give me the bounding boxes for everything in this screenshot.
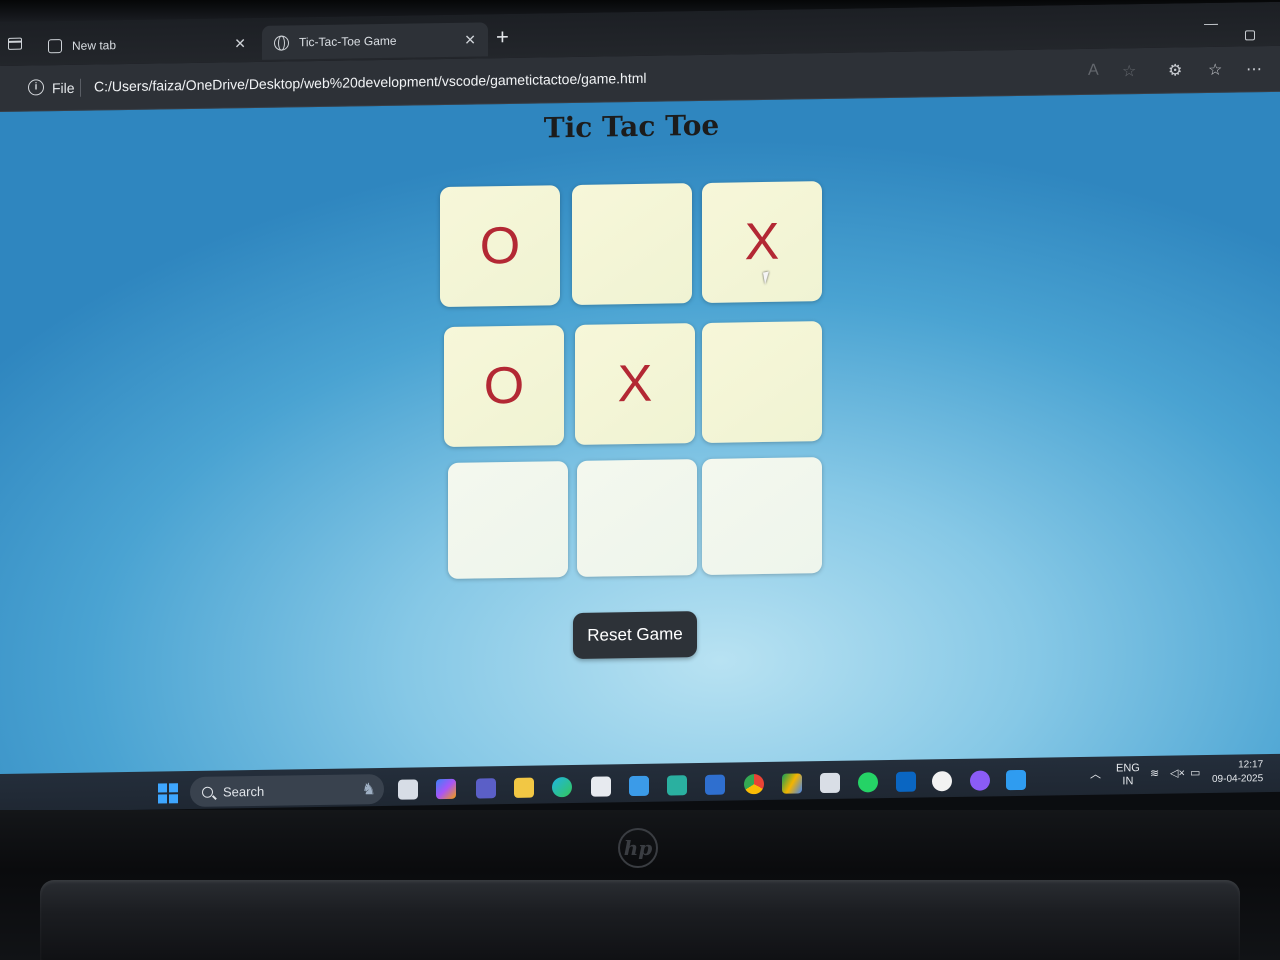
linkedin-icon[interactable] bbox=[896, 771, 916, 792]
tab-tic-tac-toe[interactable]: Tic-Tac-Toe Game ✕ bbox=[262, 22, 488, 60]
search-label: Search bbox=[223, 783, 265, 799]
language-line1: ENG bbox=[1116, 762, 1140, 775]
board-cell[interactable]: X bbox=[575, 323, 695, 445]
sidebar-toggle-icon[interactable] bbox=[8, 37, 22, 50]
board-cell[interactable] bbox=[702, 321, 822, 443]
vscode-icon[interactable] bbox=[1006, 769, 1026, 791]
restore-icon[interactable] bbox=[1245, 30, 1255, 41]
taskbar-search[interactable]: Search ♞ bbox=[190, 773, 384, 808]
windows-start-icon[interactable] bbox=[158, 783, 178, 804]
tab-new-tab[interactable]: New tab ✕ bbox=[36, 26, 258, 63]
app-icon[interactable] bbox=[932, 771, 952, 792]
new-tab-icon[interactable]: + bbox=[496, 24, 509, 50]
task-view-icon[interactable] bbox=[398, 779, 418, 800]
search-highlight-icon: ♞ bbox=[361, 781, 376, 799]
board-cell[interactable] bbox=[702, 457, 822, 575]
close-icon[interactable]: ✕ bbox=[464, 31, 476, 48]
url-input[interactable]: C:/Users/faiza/OneDrive/Desktop/web%20de… bbox=[94, 70, 646, 95]
favorites-icon[interactable]: ☆ bbox=[1208, 60, 1222, 80]
copilot-icon[interactable] bbox=[436, 778, 456, 800]
board-cell[interactable] bbox=[577, 459, 697, 577]
url-scheme: File bbox=[52, 79, 75, 97]
minimize-icon[interactable]: — bbox=[1204, 15, 1218, 31]
globe-icon bbox=[274, 34, 289, 51]
teams-icon[interactable] bbox=[476, 778, 496, 799]
notepad-icon[interactable] bbox=[820, 772, 840, 794]
chrome-icon[interactable] bbox=[744, 773, 764, 795]
word-icon[interactable] bbox=[705, 774, 725, 795]
file-explorer-icon[interactable] bbox=[514, 777, 534, 798]
info-icon[interactable]: i bbox=[28, 79, 44, 96]
board-cell[interactable]: O bbox=[444, 325, 564, 448]
chevron-up-icon[interactable]: ︿ bbox=[1090, 769, 1101, 782]
board-cell[interactable] bbox=[572, 183, 692, 306]
wifi-icon[interactable]: ≋ bbox=[1150, 768, 1159, 781]
reset-game-button[interactable]: Reset Game bbox=[573, 611, 697, 659]
board-cell[interactable]: X bbox=[702, 181, 822, 303]
divider bbox=[80, 78, 81, 97]
clock[interactable]: 12:17 09-04-2025 bbox=[1212, 758, 1263, 787]
photos-icon[interactable] bbox=[629, 775, 649, 797]
language-indicator[interactable]: ENG IN bbox=[1116, 762, 1140, 788]
board-cell[interactable]: O bbox=[440, 185, 560, 308]
edge-icon[interactable] bbox=[552, 777, 572, 798]
page-title: Tic Tac Toe bbox=[543, 108, 720, 145]
hp-logo: hp bbox=[618, 828, 658, 868]
clock-time: 12:17 bbox=[1238, 759, 1264, 771]
volume-muted-icon[interactable]: ◁× bbox=[1170, 767, 1185, 780]
favorite-star-icon[interactable]: ☆ bbox=[1122, 61, 1136, 81]
board-cell[interactable] bbox=[448, 461, 568, 579]
whatsapp-icon[interactable] bbox=[858, 772, 878, 793]
screen: New tab ✕ Tic-Tac-Toe Game ✕ + — i File … bbox=[0, 1, 1280, 813]
tab-label: New tab bbox=[72, 38, 117, 53]
close-icon[interactable]: ✕ bbox=[234, 35, 246, 52]
extensions-icon[interactable]: ⚙ bbox=[1168, 60, 1182, 80]
meet-icon[interactable] bbox=[667, 775, 687, 796]
store-icon[interactable] bbox=[591, 776, 611, 797]
language-line2: IN bbox=[1122, 775, 1134, 788]
battery-icon[interactable]: ▭ bbox=[1190, 767, 1200, 780]
search-icon bbox=[202, 786, 213, 798]
google-drive-icon[interactable] bbox=[782, 773, 802, 794]
page-icon bbox=[48, 39, 62, 54]
read-aloud-icon[interactable]: A bbox=[1088, 62, 1099, 80]
more-icon[interactable]: ⋯ bbox=[1246, 59, 1262, 79]
laptop-hinge bbox=[40, 880, 1240, 960]
tab-label: Tic-Tac-Toe Game bbox=[299, 33, 397, 50]
clock-date: 09-04-2025 bbox=[1212, 773, 1264, 785]
github-icon[interactable] bbox=[970, 770, 990, 791]
page-content: Tic Tac Toe O X O X Reset Game bbox=[0, 91, 1280, 792]
